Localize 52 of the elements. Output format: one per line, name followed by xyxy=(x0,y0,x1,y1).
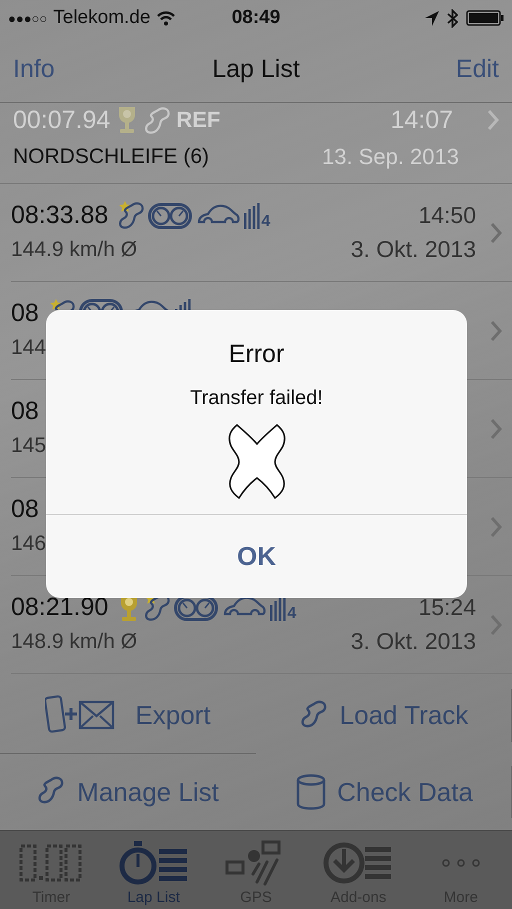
alert-title: Error xyxy=(228,340,284,369)
nav-title: Lap List xyxy=(212,54,300,84)
lap-clock: 14:50 xyxy=(418,202,476,229)
average-speed: 146 xyxy=(11,532,46,556)
cylinder-icon xyxy=(295,774,328,810)
track-button[interactable]: Load Track xyxy=(300,678,468,754)
signal-bars-icon xyxy=(244,202,260,228)
lap-time: 08 xyxy=(11,397,39,426)
chevron-icon xyxy=(490,614,502,636)
chevron-icon xyxy=(490,320,502,342)
export-button[interactable]: Export xyxy=(45,677,211,753)
average-speed: 144 xyxy=(11,336,46,360)
battery-icon xyxy=(466,10,504,26)
lap-date: 3. Okt. 2013 xyxy=(350,628,476,655)
starred-track-icon xyxy=(118,201,144,230)
chevron-icon xyxy=(490,516,502,538)
edit-button[interactable]: Edit xyxy=(300,54,499,84)
track-button[interactable]: Manage List xyxy=(37,754,219,830)
signal-dots: ●●●○○ xyxy=(8,10,48,26)
carrier-name: Telekom.de xyxy=(53,7,150,29)
lap-time: 08:33.88 xyxy=(11,201,108,230)
sensor-count: 4 xyxy=(261,214,270,228)
bluetooth-icon xyxy=(447,8,458,28)
chevron-icon xyxy=(490,418,502,440)
status-time: 08:49 xyxy=(232,7,280,29)
info-button[interactable]: Info xyxy=(13,54,212,84)
alert-message: Transfer failed! xyxy=(190,387,323,410)
lap-time: 08 xyxy=(11,495,39,524)
lap-date: 13. Sep. 2013 xyxy=(322,144,459,170)
lap-time: 08 xyxy=(11,299,39,328)
tab[interactable]: Lap List xyxy=(102,831,205,909)
location-arrow-icon xyxy=(425,10,440,26)
download-list-icon xyxy=(323,841,394,885)
reference-tag: REF xyxy=(176,107,220,133)
chevron-icon xyxy=(490,222,502,244)
average-speed: 145 xyxy=(11,434,46,458)
database-button[interactable]: Check Data xyxy=(295,754,473,830)
track-icon xyxy=(144,106,170,134)
digital-display-icon xyxy=(19,844,84,882)
sensor-count: 4 xyxy=(287,606,296,620)
stopwatch-list-icon xyxy=(118,841,189,885)
more-icon xyxy=(440,858,481,868)
chevron-icon xyxy=(487,109,499,131)
lap-clock: 14:07 xyxy=(390,106,453,134)
lap-date: 3. Okt. 2013 xyxy=(350,236,476,263)
average-speed: 144.9 km/h Ø xyxy=(11,238,138,262)
x-shape-icon xyxy=(226,422,286,502)
wifi-icon xyxy=(156,10,176,26)
lap-clock: 15:24 xyxy=(418,594,476,621)
average-speed: 148.9 km/h Ø xyxy=(11,630,138,654)
lap-time: 00:07.94 xyxy=(13,106,110,134)
section-header: NORDSCHLEIFE (6) xyxy=(13,145,210,169)
